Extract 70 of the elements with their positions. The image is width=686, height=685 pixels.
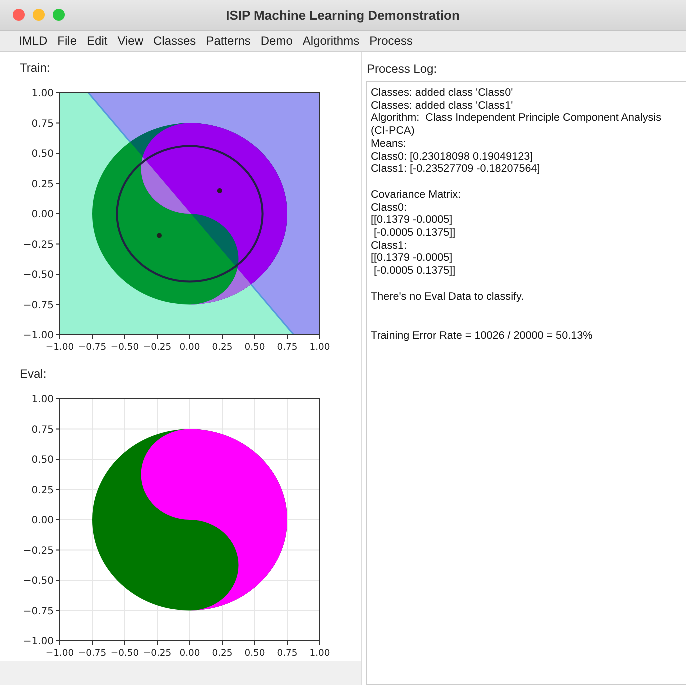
x-tick-label: 0.75 xyxy=(277,342,298,353)
log-line: Classes: added class 'Class1' xyxy=(371,100,514,112)
x-tick-label: 0.25 xyxy=(212,342,233,353)
y-tick-label: −1.00 xyxy=(23,330,54,342)
menu-item[interactable]: Process xyxy=(364,34,418,48)
menu-item[interactable]: Demo xyxy=(256,34,298,48)
y-tick-label: −0.50 xyxy=(23,576,54,587)
x-tick-label: −0.75 xyxy=(78,648,107,659)
log-line: [[0.1379 -0.0005] xyxy=(371,252,454,266)
x-tick-label: −0.75 xyxy=(78,342,107,353)
log-line: Class0: [0.23018098 0.19049123] xyxy=(371,150,534,164)
log-line: Class1: [-0.23527709 -0.18207564] xyxy=(371,163,542,176)
y-tick-label: −0.25 xyxy=(23,240,54,251)
close-icon[interactable] xyxy=(13,9,25,21)
x-tick-label: −0.50 xyxy=(110,648,140,659)
y-tick-label: −0.25 xyxy=(23,546,54,557)
y-tick-label: 0.00 xyxy=(32,210,54,220)
maximize-icon[interactable] xyxy=(53,9,65,21)
y-tick-label: 0.25 xyxy=(32,179,54,190)
y-tick-label: 0.25 xyxy=(32,485,54,496)
x-tick-label: 0.00 xyxy=(180,342,200,353)
x-tick-label: 0.00 xyxy=(180,648,200,659)
x-tick-label: −0.25 xyxy=(143,342,172,353)
y-tick-label: 0.00 xyxy=(32,516,54,526)
menu-item[interactable]: Edit xyxy=(82,34,113,48)
mean-point xyxy=(156,233,162,238)
log-line: Algorithm: Class Independent Principle Component Analysis xyxy=(371,112,662,126)
x-tick-label: −0.25 xyxy=(143,648,172,659)
menu-item[interactable]: Classes xyxy=(148,34,202,48)
log-line: Training Error Rate = 10026 / 20000 = 50.13% xyxy=(371,330,594,342)
y-tick-label: −0.75 xyxy=(23,300,54,312)
log-line: Classes: added class 'Class0' xyxy=(371,87,514,100)
menu-item[interactable]: Patterns xyxy=(201,34,256,48)
log-line: [-0.0005 0.1375]] xyxy=(372,227,457,240)
x-tick-label: 1.00 xyxy=(310,648,330,659)
log-title: Process Log: xyxy=(367,62,438,76)
menu-item[interactable]: IMLD xyxy=(14,34,53,48)
y-tick-label: −0.75 xyxy=(23,606,54,618)
y-tick-label: 0.75 xyxy=(32,424,54,436)
y-tick-label: −0.50 xyxy=(23,270,54,281)
log-line: [-0.0005 0.1375]] xyxy=(372,265,457,278)
x-tick-label: 0.50 xyxy=(244,648,266,659)
x-tick-label: 0.50 xyxy=(244,342,266,353)
log-line: Means: xyxy=(371,138,408,151)
log-line: [[0.1379 -0.0005] xyxy=(371,214,454,228)
x-tick-label: −0.50 xyxy=(110,342,140,353)
y-tick-label: 1.00 xyxy=(32,394,54,406)
plot-label: Train: xyxy=(20,61,52,75)
x-tick-label: 0.75 xyxy=(277,648,298,659)
plot-label: Eval: xyxy=(20,367,48,381)
y-tick-label: 0.50 xyxy=(32,149,54,160)
y-tick-label: 0.50 xyxy=(32,455,54,466)
menu-item[interactable]: View xyxy=(112,34,148,48)
x-tick-label: −1.00 xyxy=(46,342,74,353)
x-tick-label: 1.00 xyxy=(310,342,330,353)
mean-point xyxy=(217,188,222,194)
log-line: There's no Eval Data to classify. xyxy=(371,290,526,304)
log-line: Class1: xyxy=(371,240,408,252)
log-line: Covariance Matrix: xyxy=(371,188,462,202)
y-tick-label: −1.00 xyxy=(23,636,54,648)
x-tick-label: −1.00 xyxy=(46,648,74,659)
log-line: (CI-PCA) xyxy=(371,125,416,138)
x-tick-label: 0.25 xyxy=(212,648,233,659)
y-tick-label: 1.00 xyxy=(32,88,54,100)
menu-item[interactable]: Algorithms xyxy=(298,34,365,48)
window-title: ISIP Machine Learning Demonstration xyxy=(226,8,460,22)
menu-item[interactable]: File xyxy=(52,34,82,48)
log-line: Class0: xyxy=(371,202,408,214)
minimize-icon[interactable] xyxy=(33,9,45,21)
y-tick-label: 0.75 xyxy=(32,118,54,130)
